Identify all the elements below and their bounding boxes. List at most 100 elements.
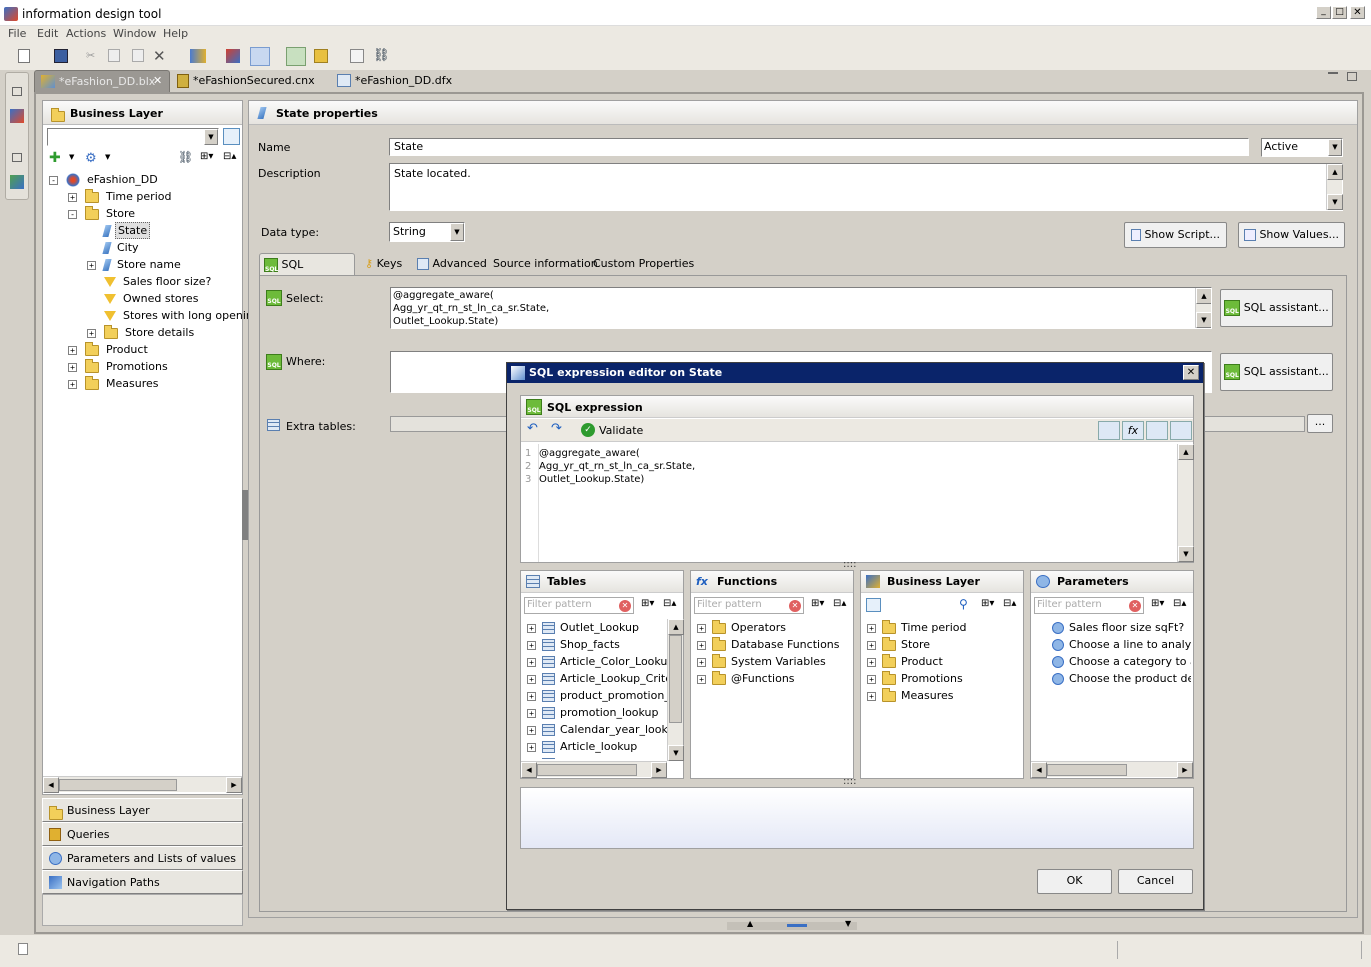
expand-toggle-icon[interactable]: + [527,725,536,735]
expand-all-icon[interactable]: ⊞▾ [811,598,824,609]
expand-all-icon[interactable]: ⊞▾ [641,598,654,609]
description-field[interactable]: State located. ▲ ▼ [389,163,1343,211]
repository-icon[interactable] [10,175,24,189]
list-item[interactable]: + promotion_lookup [527,704,667,721]
code-editor[interactable]: 1 @aggregate_aware(2 Agg_yr_qt_rn_st_ln_ca… [521,444,1194,562]
tree-node[interactable]: Owned stores [49,290,242,307]
list-item[interactable]: +Choose a line to analyze [1037,636,1191,653]
list-item[interactable]: + Shop_facts [527,636,667,653]
maximize-editor-icon[interactable] [1347,72,1357,81]
nav-business-layer[interactable]: Business Layer [42,798,243,822]
collapse-up-icon[interactable]: ▲ [747,919,753,928]
scroll-down-icon[interactable]: ▼ [668,745,684,761]
filter-input[interactable]: Filter pattern ✕ [524,597,634,614]
search-icon[interactable]: ⚲ [959,597,968,611]
expand-toggle-icon[interactable]: + [527,691,536,701]
expand-toggle-icon[interactable]: + [68,379,77,389]
scroll-thumb[interactable] [59,779,177,791]
business-layer-icon[interactable] [314,49,328,63]
restore-icon[interactable] [12,153,22,162]
locate-icon[interactable] [223,128,240,145]
show-values-button[interactable]: Show Values... [1238,222,1345,248]
tab-cnx[interactable]: *eFashionSecured.cnx [171,70,329,92]
expand-toggle-icon[interactable]: + [68,362,77,372]
list-item[interactable]: +Choose the product desc [1037,670,1191,687]
sash-grip[interactable]: :::: [843,559,856,570]
add-icon[interactable]: ✚ [49,150,61,166]
expand-toggle-icon[interactable]: + [527,708,536,718]
tables-toggle-icon[interactable] [1098,421,1120,440]
filter-input[interactable]: Filter pattern ✕ [694,597,804,614]
functions-toggle-icon[interactable]: fx [1122,421,1144,440]
find-icon[interactable]: ⛓ [373,48,390,63]
expand-all-icon[interactable]: ⊞▾ [1151,598,1164,609]
cancel-button[interactable]: Cancel [1118,869,1193,894]
list-item[interactable]: + Database Functions [697,636,851,653]
expand-toggle-icon[interactable]: - [68,209,77,219]
expand-toggle-icon[interactable]: + [867,674,876,684]
scroll-right-icon[interactable]: ▶ [1177,762,1193,778]
vertical-scrollbar[interactable]: ▲ ▼ [1195,288,1211,328]
list-item[interactable]: + Article_Color_Lookup [527,653,667,670]
vertical-scrollbar[interactable]: ▲ ▼ [1326,164,1343,210]
parameters-toggle-icon[interactable] [1170,421,1192,440]
tab-close-icon[interactable]: ✕ [153,74,162,87]
collapse-all-icon[interactable]: ⊟▴ [1173,598,1186,609]
show-script-button[interactable]: Show Script... [1124,222,1227,248]
expand-toggle-icon[interactable]: + [867,640,876,650]
tab-advanced[interactable]: Advanced [411,253,493,275]
tree-node[interactable]: + Store name [49,256,242,273]
tree-node[interactable]: Stores with long opening [49,307,260,324]
expand-toggle-icon[interactable]: + [867,657,876,667]
menu-window[interactable]: Window [113,27,156,40]
tab-keys[interactable]: ⚷ Keys [359,253,408,275]
menu-file[interactable]: File [8,27,26,40]
tree-node[interactable]: + Time period [49,188,242,205]
tab-dfx[interactable]: *eFashion_DD.dfx [331,70,467,92]
tree-node[interactable]: - Store [49,205,242,222]
save-icon[interactable] [54,49,68,63]
tools-icon[interactable]: ⚙ [85,151,97,166]
collapse-down-icon[interactable]: ▼ [845,919,851,928]
expand-toggle-icon[interactable]: + [68,192,77,202]
collapse-handle[interactable] [787,924,807,927]
dialog-close-button[interactable]: ✕ [1183,365,1199,380]
scroll-up-icon[interactable]: ▲ [1327,164,1343,180]
chevron-down-icon[interactable]: ▼ [1328,139,1342,156]
expand-toggle-icon[interactable]: + [87,260,96,270]
close-button[interactable]: ✕ [1350,6,1365,19]
validate-button[interactable]: Validate [599,424,643,437]
check-integrity-icon[interactable] [190,49,206,63]
expand-toggle-icon[interactable]: + [527,640,536,650]
query-panel-icon[interactable] [226,49,240,63]
view-options-icon[interactable] [866,598,881,612]
collapse-all-icon[interactable]: ⊟▴ [663,598,676,609]
name-field[interactable]: State [389,138,1249,156]
list-item[interactable]: + Time period [867,619,1021,636]
nav-queries[interactable]: Queries [42,822,243,846]
expand-toggle-icon[interactable]: - [49,175,58,185]
list-item[interactable]: + Article_lookup [527,738,667,755]
list-item[interactable]: + Store [867,636,1021,653]
clear-filter-icon[interactable]: ✕ [1129,600,1141,612]
expand-toggle-icon[interactable]: + [527,623,536,633]
expand-toggle-icon[interactable]: + [867,691,876,701]
scroll-right-icon[interactable]: ▶ [226,777,242,793]
collapse-all-icon[interactable]: ⊟▴ [223,151,236,162]
fast-view-icon[interactable] [18,943,28,955]
copy-icon[interactable] [108,49,120,62]
collapse-all-icon[interactable]: ⊟▴ [833,598,846,609]
tab-sql-definition[interactable]: SQL SQL definition [259,253,355,293]
chevron-down-icon[interactable]: ▼ [204,129,218,145]
clear-filter-icon[interactable]: ✕ [789,600,801,612]
chevron-down-icon[interactable]: ▼ [105,153,110,161]
expand-all-icon[interactable]: ⊞▾ [981,598,994,609]
expand-toggle-icon[interactable]: + [527,657,536,667]
scroll-thumb[interactable] [537,764,637,776]
minimize-editor-icon[interactable] [1328,72,1338,74]
list-item[interactable]: +Agg_yr_qt_rn_st_ln [527,755,667,759]
list-item[interactable]: +Choose a category to ar [1037,653,1191,670]
extra-tables-browse-button[interactable]: ... [1307,414,1333,433]
tree-node[interactable]: Sales floor size? [49,273,242,290]
tree-node[interactable]: State [49,222,242,239]
